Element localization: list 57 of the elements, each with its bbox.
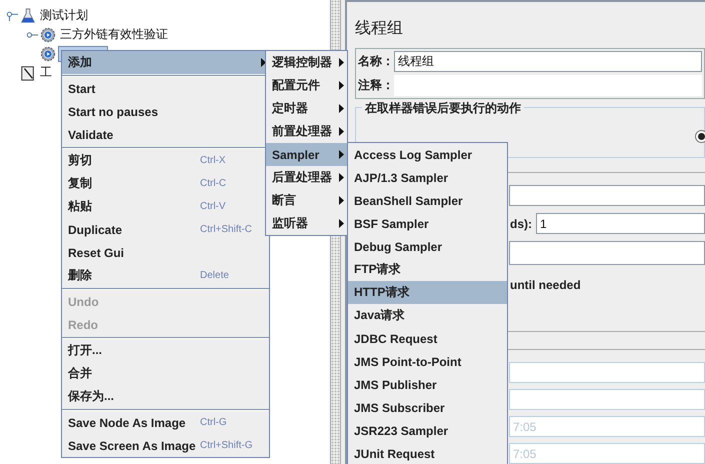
menu-item[interactable]: JMS Point-to-Point <box>348 350 507 373</box>
flask-icon <box>20 8 36 24</box>
field-label: 注释： <box>358 76 394 94</box>
menu-item[interactable]: Start <box>62 77 269 100</box>
menu-item[interactable]: JSR223 Sampler <box>348 419 507 442</box>
menu-item[interactable]: Validate <box>62 123 269 146</box>
menu-item[interactable]: JUnit Request <box>348 442 507 464</box>
menu-item[interactable]: Duplicate Ctrl+Shift-C <box>62 218 269 241</box>
name-field[interactable]: 线程组 <box>394 50 702 72</box>
gear-icon <box>40 46 56 62</box>
panel-title: 线程组 <box>355 18 404 40</box>
menu-item[interactable]: 配置元件 <box>266 74 347 97</box>
menu-item[interactable]: 删除 Delete <box>62 264 269 287</box>
menu-item[interactable]: 打开... <box>62 339 269 362</box>
menu-item[interactable]: 定时器 <box>266 97 347 120</box>
menu-item[interactable]: Java请求 <box>348 304 507 327</box>
tree-item[interactable]: 三方外链有效性验证 <box>58 26 170 42</box>
menu-item[interactable]: JDBC Request <box>348 327 507 350</box>
menu-item[interactable]: 保存为... <box>62 385 269 408</box>
menu-item[interactable]: 粘贴 Ctrl-V <box>62 195 269 218</box>
menu-item[interactable]: JMS Publisher <box>348 373 507 396</box>
menu-item[interactable]: Reset Gui <box>62 241 269 264</box>
menu-item[interactable]: HTTP请求 <box>348 281 507 304</box>
field-label: ds): <box>510 216 532 231</box>
menu-item[interactable]: BeanShell Sampler <box>348 189 507 212</box>
text-field[interactable] <box>509 185 705 206</box>
radio-button[interactable] <box>695 130 705 143</box>
menu-item[interactable]: 复制 Ctrl-C <box>62 172 269 195</box>
menu-item[interactable]: Access Log Sampler <box>348 143 507 166</box>
text-field[interactable] <box>509 389 705 410</box>
menu-item[interactable]: Save Node As Image Ctrl-G <box>62 411 269 434</box>
menu-item[interactable]: AJP/1.3 Sampler <box>348 166 507 189</box>
menu-item[interactable]: 合并 <box>62 362 269 385</box>
menu-item[interactable]: Start no pauses <box>62 100 269 123</box>
group-title: 在取样器错误后要执行的动作 <box>362 100 524 117</box>
threads-field[interactable]: 1 <box>536 213 705 234</box>
notepad-icon <box>20 64 36 80</box>
text-field[interactable] <box>509 362 705 384</box>
tree-item[interactable]: 测试计划 <box>38 8 90 24</box>
menu-item[interactable]: 逻辑控制器 <box>266 51 347 74</box>
text-field[interactable] <box>509 241 705 266</box>
menu-item[interactable]: FTP请求 <box>348 258 507 281</box>
checkbox-label: until needed <box>510 278 581 292</box>
menu-item[interactable]: Save Screen As Image Ctrl+Shift-G <box>62 434 269 457</box>
menu-item[interactable]: JMS Subscriber <box>348 396 507 419</box>
tree-item[interactable]: 工 <box>38 64 54 80</box>
menu-item[interactable]: Debug Sampler <box>348 235 507 258</box>
menu-item[interactable]: BSF Sampler <box>348 212 507 235</box>
expand-handle-icon[interactable] <box>6 10 18 22</box>
menu-item[interactable]: Sampler <box>266 143 347 166</box>
menu-item[interactable]: 后置处理器 <box>266 166 347 189</box>
menu-item[interactable]: 断言 <box>266 189 347 212</box>
menu-item[interactable]: 剪切 Ctrl-X <box>62 149 269 172</box>
gear-icon <box>40 26 56 42</box>
field-label: 名称： <box>358 52 394 70</box>
menu-item[interactable]: 前置处理器 <box>266 120 347 143</box>
menu-item[interactable]: 监听器 <box>266 212 347 235</box>
